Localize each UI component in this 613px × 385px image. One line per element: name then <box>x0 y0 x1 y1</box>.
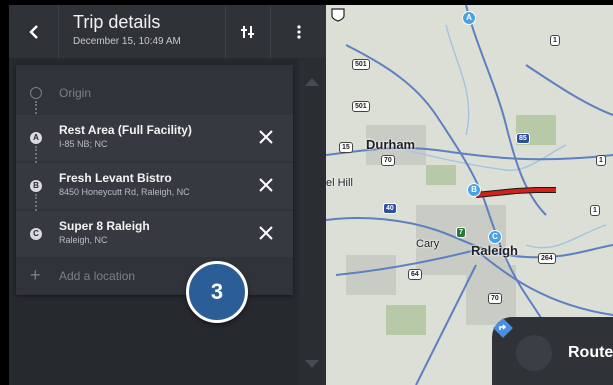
highway-shield: 7 <box>456 227 466 238</box>
remove-stop-a-button[interactable] <box>256 127 276 147</box>
title-block: Trip details December 15, 10:49 AM <box>73 11 181 49</box>
scrollbar[interactable] <box>299 58 326 385</box>
plus-icon: + <box>30 265 41 285</box>
route-connector <box>35 194 37 211</box>
trip-date: December 15, 10:49 AM <box>73 36 181 47</box>
remove-stop-b-button[interactable] <box>256 175 276 195</box>
stop-marker-a: A <box>30 132 42 144</box>
more-options-button[interactable] <box>270 5 326 58</box>
city-label: el Hill <box>326 177 353 189</box>
highway-shield: 264 <box>538 253 556 264</box>
highway-shield: 64 <box>408 269 422 280</box>
add-location-row[interactable]: + Add a location <box>16 257 293 295</box>
trip-details-panel: Trip details December 15, 10:49 AM Origi… <box>9 5 326 385</box>
stop-name: Super 8 Raleigh <box>59 219 150 233</box>
highway-shield: 1 <box>596 155 606 166</box>
highway-shield: 15 <box>339 142 353 153</box>
highway-shield: 1 <box>550 35 560 46</box>
highway-shield: 1 <box>590 205 600 216</box>
stop-address: I-85 NB; NC <box>59 139 108 149</box>
app-screen: Trip details December 15, 10:49 AM Origi… <box>9 5 613 385</box>
stop-marker-b: B <box>30 180 42 192</box>
map-view[interactable]: Durham el Hill Cary Raleigh 501 501 1 70… <box>326 5 613 385</box>
stop-address: Raleigh, NC <box>59 235 108 245</box>
stop-address: 8450 Honeycutt Rd, Raleigh, NC <box>59 187 190 197</box>
origin-label: Origin <box>59 86 92 100</box>
route-label: Route <box>568 344 613 361</box>
origin-row[interactable]: Origin <box>16 73 293 121</box>
city-label: Cary <box>416 238 440 250</box>
interstate-shield: 40 <box>383 203 397 214</box>
highway-shield: 70 <box>488 293 502 304</box>
header-bar: Trip details December 15, 10:49 AM <box>9 5 326 58</box>
interstate-shield: 85 <box>516 133 530 144</box>
stop-row-b[interactable]: B Fresh Levant Bistro 8450 Honeycutt Rd,… <box>16 163 293 211</box>
map-pin-c[interactable]: C <box>488 230 502 244</box>
stop-name: Fresh Levant Bistro <box>59 171 172 185</box>
route-button[interactable]: Route <box>492 317 613 385</box>
reorder-button[interactable] <box>225 5 270 58</box>
highway-shield: 501 <box>352 59 370 70</box>
more-vertical-icon <box>296 24 301 39</box>
stop-row-c[interactable]: C Super 8 Raleigh Raleigh, NC <box>16 211 293 257</box>
sliders-icon <box>241 25 254 38</box>
highway-shield: 70 <box>381 155 395 166</box>
route-connector <box>35 146 37 163</box>
step-number-badge: 3 <box>186 261 248 323</box>
highway-shield: 501 <box>352 101 370 112</box>
scroll-up-arrow-icon[interactable] <box>305 78 319 86</box>
stop-marker-c: C <box>30 228 42 240</box>
city-label: Durham <box>366 137 416 152</box>
stops-list: Origin A Rest Area (Full Facility) I-85 … <box>16 65 293 295</box>
map-pin-b[interactable]: B <box>467 183 481 197</box>
back-button[interactable] <box>9 5 59 58</box>
page-title: Trip details <box>73 12 161 32</box>
scroll-down-arrow-icon[interactable] <box>305 360 319 368</box>
remove-stop-c-button[interactable] <box>256 223 276 243</box>
city-label: Raleigh <box>471 243 518 258</box>
add-location-label: Add a location <box>59 269 136 283</box>
origin-marker-icon <box>30 87 42 99</box>
map-pin-a[interactable]: A <box>462 11 476 25</box>
route-shield-icon <box>331 8 345 22</box>
stop-row-a[interactable]: A Rest Area (Full Facility) I-85 NB; NC <box>16 115 293 163</box>
directions-icon <box>493 318 552 371</box>
stop-name: Rest Area (Full Facility) <box>59 123 192 137</box>
chevron-left-icon <box>28 24 38 39</box>
